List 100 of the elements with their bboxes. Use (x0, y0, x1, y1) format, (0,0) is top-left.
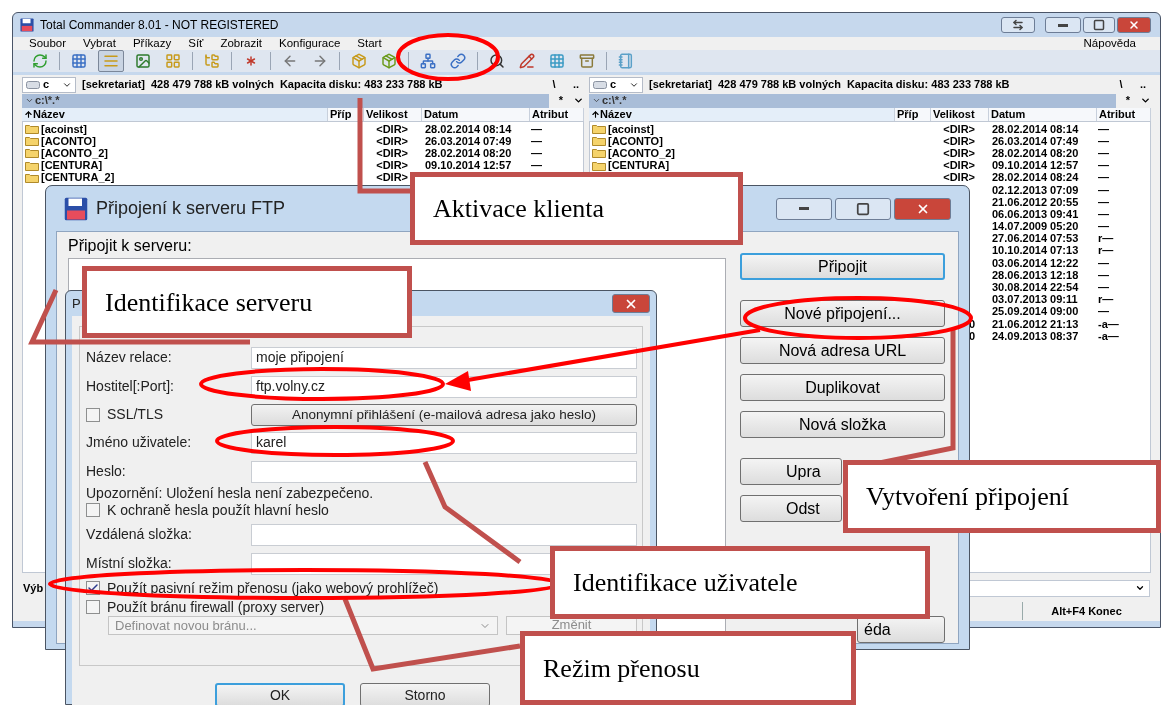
file-name[interactable]: [acoinst] (41, 123, 87, 135)
root-button[interactable]: \ (546, 76, 562, 93)
table-cell: — (1098, 220, 1109, 233)
dialog-button[interactable]: Duplikovat (740, 374, 945, 401)
menu-item[interactable]: Start (357, 34, 382, 53)
file-name[interactable]: [ACONTO_2] (608, 147, 676, 159)
maximize-icon (856, 201, 870, 216)
input-field[interactable]: ftp.volny.cz (251, 375, 637, 398)
parent-button[interactable]: .. (568, 76, 584, 93)
menu-item[interactable]: Nápověda (1083, 34, 1136, 53)
drive-dropdown[interactable]: c (589, 76, 643, 93)
dialog-button[interactable]: Připojit (740, 253, 945, 280)
file-name[interactable]: [CENTURA_2] (41, 172, 115, 184)
table-cell: — (1098, 171, 1109, 184)
drive-dropdown[interactable]: c (22, 76, 76, 93)
arrow-right-icon[interactable] (312, 53, 328, 69)
file-name[interactable]: [CENTURA] (608, 160, 670, 172)
refresh-icon[interactable] (32, 53, 48, 69)
drive-icon (26, 80, 40, 89)
dialog-button[interactable]: Nové připojení... (740, 300, 945, 327)
dialog-button[interactable]: Odst (740, 495, 842, 522)
table-cell: — (1098, 281, 1109, 294)
maximize-button[interactable] (1083, 17, 1115, 33)
checkbox[interactable] (86, 600, 100, 614)
path-bar[interactable]: c:\*.* (22, 93, 549, 108)
file-name[interactable]: [CENTURA] (41, 160, 103, 172)
file-name[interactable]: [ACONTO] (41, 135, 96, 147)
table-cell: — (1098, 305, 1109, 318)
table-cell: <DIR> (376, 134, 408, 147)
dialog-button[interactable]: Upra (740, 458, 842, 485)
package-icon[interactable] (381, 53, 397, 69)
checkbox-label[interactable]: SSL/TLS (107, 404, 164, 425)
path-bar[interactable]: c:\*.* (589, 93, 1116, 108)
table-cell: <DIR> (376, 171, 408, 184)
root-button[interactable]: \ (1113, 76, 1129, 93)
input-field[interactable]: karel (251, 431, 637, 454)
close-button[interactable] (894, 197, 951, 220)
checkbox-label[interactable]: Použít pasivní režim přenosu (jako webový prohlížeč) (107, 577, 439, 599)
toolbar-button[interactable] (98, 50, 124, 72)
package-icon[interactable] (351, 53, 367, 69)
link-icon[interactable] (450, 53, 466, 69)
caret-icon[interactable] (1140, 95, 1151, 106)
dialog-button[interactable]: Nová složka (740, 411, 945, 438)
menu-item[interactable]: Konfigurace (279, 34, 341, 53)
checkbox[interactable] (86, 503, 100, 517)
swap-button[interactable] (1001, 17, 1035, 33)
grid-icon[interactable] (71, 53, 87, 69)
tiles-icon[interactable] (165, 53, 181, 69)
filter-text[interactable]: * (1120, 92, 1136, 109)
caret-icon[interactable] (573, 95, 584, 106)
checkbox[interactable] (86, 407, 100, 422)
menu-item[interactable]: Síť (188, 34, 204, 53)
maximize-button[interactable] (835, 197, 891, 220)
parent-button[interactable]: .. (1135, 76, 1151, 93)
menu-item[interactable]: Zobrazit (220, 34, 262, 53)
table-cell: — (1098, 146, 1109, 159)
network-icon[interactable] (420, 53, 436, 69)
close-button[interactable] (612, 294, 650, 313)
menu-item[interactable]: Vybrat (83, 34, 116, 53)
caret-icon (592, 96, 601, 105)
menu-item[interactable]: Soubor (29, 34, 67, 53)
column-header[interactable]: Název (22, 108, 328, 121)
checkbox-label[interactable]: Použít bránu firewall (proxy server) (107, 596, 325, 618)
minimize-button[interactable] (776, 197, 832, 220)
table-cell: 28.02.2014 08:14 (992, 122, 1079, 135)
notebook-icon[interactable] (618, 53, 634, 69)
folder-icon (592, 148, 606, 159)
input-field[interactable]: moje připojení (251, 346, 637, 369)
sort-arrow-icon (24, 110, 33, 119)
caret-icon (1135, 583, 1145, 593)
swap-icon (1012, 19, 1024, 31)
archive-icon[interactable] (579, 53, 595, 69)
field-label: Název relace: (86, 348, 173, 367)
column-header[interactable]: Název (589, 108, 895, 121)
function-key-button[interactable]: Alt+F4 Konec (1022, 602, 1150, 620)
pencil-icon[interactable] (519, 53, 535, 69)
dialog-button[interactable]: Storno (360, 683, 490, 705)
search-icon[interactable] (489, 53, 505, 69)
close-button[interactable] (1117, 17, 1151, 33)
table-cell: 21.06.2012 20:55 (992, 195, 1079, 208)
table-cell: 02.12.2013 07:09 (992, 183, 1079, 196)
table-cell: — (1098, 195, 1109, 208)
tree-icon[interactable] (204, 53, 220, 69)
file-name[interactable]: [ACONTO] (608, 135, 663, 147)
dialog-button[interactable]: OK (215, 683, 345, 705)
anonymous-login-button[interactable]: Anonymní přihlášení (e-mailová adresa jako heslo) (251, 403, 637, 426)
filter-text[interactable]: * (553, 92, 569, 109)
list-icon (103, 53, 119, 69)
dialog-button[interactable]: Nová adresa URL (740, 337, 945, 364)
input-field[interactable] (251, 460, 637, 483)
table-cell: 25.09.2014 09:00 (992, 305, 1079, 318)
arrow-left-icon[interactable] (282, 53, 298, 69)
file-name[interactable]: [ACONTO_2] (41, 147, 109, 159)
minimize-button[interactable] (1045, 17, 1081, 33)
table-cell: 28.02.2014 08:20 (992, 146, 1079, 159)
input-field[interactable] (251, 523, 637, 546)
file-name[interactable]: [acoinst] (608, 123, 654, 135)
grid-icon[interactable] (549, 53, 565, 69)
image-icon[interactable] (135, 53, 151, 69)
menu-item[interactable]: Příkazy (132, 34, 172, 53)
